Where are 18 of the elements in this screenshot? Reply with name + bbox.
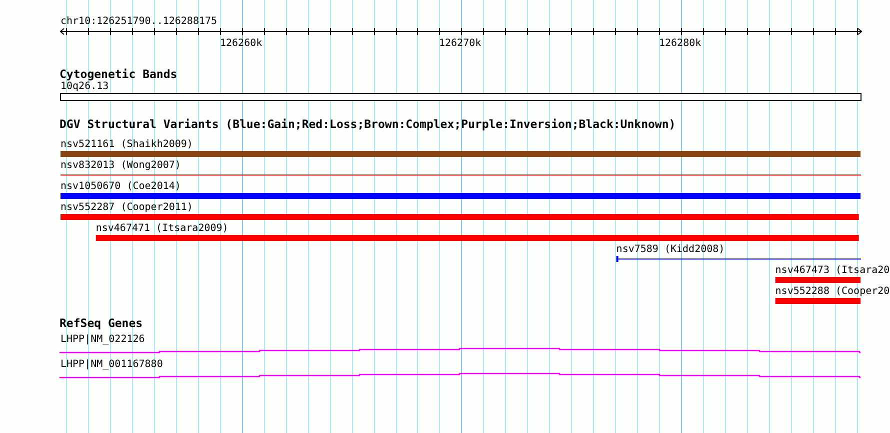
variant-label: nsv832013 (Wong2007): [60, 160, 181, 171]
variant-label: nsv552288 (Cooper20: [775, 286, 890, 297]
variant-label: nsv7589 (Kidd2008): [616, 244, 725, 255]
variant-label: nsv1050670 (Coe2014): [60, 181, 181, 192]
track-title: RefSeq Genes: [60, 316, 143, 330]
tick-label: 126280k: [659, 38, 702, 49]
variant-label: nsv467471 (Itsara2009): [96, 223, 228, 234]
variant-label: nsv467473 (Itsara20: [775, 265, 890, 276]
tick-label: 126260k: [220, 38, 262, 49]
tick-label: 126270k: [439, 38, 482, 49]
variant-label: nsv552287 (Cooper2011): [60, 202, 193, 213]
position-label: chr10:126251790..126288175: [60, 16, 218, 27]
variant-label: nsv521161 (Shaikh2009): [60, 139, 193, 150]
track-title: Cytogenetic Bands: [60, 67, 178, 81]
gene-label: LHPP|NM_001167880: [60, 359, 163, 370]
gene-label: LHPP|NM_022126: [60, 334, 145, 345]
track-title: DGV Structural Variants (Blue:Gain;Red:Loss;Brown:Complex;Purple:Inversion;Black:Unknown): [60, 117, 676, 131]
band-label: 10q26.13: [60, 81, 109, 92]
